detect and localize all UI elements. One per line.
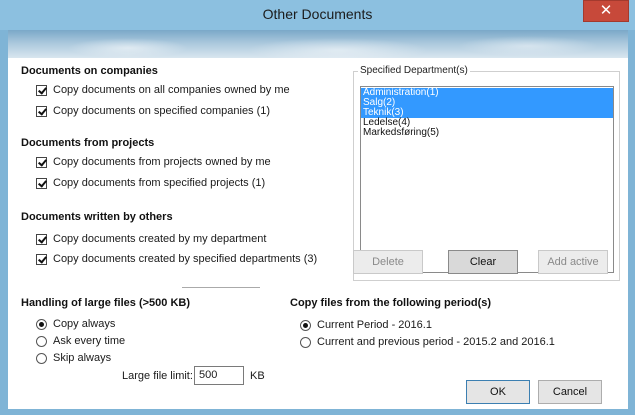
checkbox-row-specified-companies[interactable]: Copy documents on specified companies (1… [36, 105, 270, 117]
checkbox[interactable] [36, 233, 47, 245]
add-active-button[interactable]: Add active [538, 250, 608, 274]
dialog-content: Documents on companies Copy documents on… [8, 58, 628, 409]
radio-row-skip-always[interactable]: Skip always [36, 352, 111, 364]
large-files-heading: Handling of large files (>500 KB) [21, 297, 191, 309]
others-heading: Documents written by others [21, 211, 173, 223]
radio-label: Current Period - 2016.1 [317, 319, 432, 331]
radio-row-current-and-previous[interactable]: Current and previous period - 2015.2 and… [300, 336, 555, 348]
radio-row-ask-every-time[interactable]: Ask every time [36, 335, 125, 347]
checkbox[interactable] [36, 177, 47, 189]
ok-button[interactable]: OK [466, 380, 530, 404]
checkbox[interactable] [36, 84, 47, 96]
checkbox-label: Copy documents from specified projects (… [53, 177, 266, 189]
checkbox-label: Copy documents created by specified depa… [53, 253, 318, 265]
radio-label: Current and previous period - 2015.2 and… [317, 336, 555, 348]
radio-button[interactable] [36, 335, 47, 347]
list-item[interactable]: Administration(1) [361, 88, 613, 98]
list-item[interactable]: Markedsføring(5) [361, 128, 613, 138]
radio-label: Copy always [53, 318, 116, 330]
title-bar[interactable]: Other Documents ✕ [0, 0, 635, 30]
checkbox-row-own-projects[interactable]: Copy documents from projects owned by me [36, 156, 271, 168]
dialog-window: Other Documents ✕ Documents on companies… [0, 0, 635, 415]
checkbox-row-specified-departments[interactable]: Copy documents created by specified depa… [36, 253, 317, 265]
checkbox-row-my-department[interactable]: Copy documents created by my department [36, 233, 266, 245]
delete-button[interactable]: Delete [353, 250, 423, 274]
checkbox[interactable] [36, 156, 47, 168]
checkbox[interactable] [36, 105, 47, 117]
checkbox-label: Copy documents created by my department [53, 233, 267, 245]
radio-label: Skip always [53, 352, 112, 364]
large-file-limit-label: Large file limit: [122, 370, 193, 382]
period-heading: Copy files from the following period(s) [290, 297, 492, 309]
radio-button[interactable] [36, 352, 47, 364]
separator [182, 287, 260, 288]
clear-button[interactable]: Clear [448, 250, 518, 274]
radio-label: Ask every time [53, 335, 126, 347]
checkbox-row-all-companies[interactable]: Copy documents on all companies owned by… [36, 84, 290, 96]
departments-group-label: Specified Department(s) [358, 65, 470, 76]
radio-button[interactable] [36, 318, 47, 330]
companies-heading: Documents on companies [21, 65, 158, 77]
radio-button[interactable] [300, 336, 311, 348]
radio-button[interactable] [300, 319, 311, 331]
checkbox-label: Copy documents on specified companies (1… [53, 105, 271, 117]
departments-listbox[interactable]: Administration(1) Salg(2) Teknik(3) Lede… [360, 86, 614, 273]
checkbox-label: Copy documents on all companies owned by… [53, 84, 290, 96]
radio-row-copy-always[interactable]: Copy always [36, 318, 115, 330]
radio-row-current-period[interactable]: Current Period - 2016.1 [300, 319, 432, 331]
large-file-limit-input[interactable]: 500 [194, 366, 244, 385]
checkbox[interactable] [36, 253, 47, 265]
cancel-button[interactable]: Cancel [538, 380, 602, 404]
window-title: Other Documents [262, 6, 373, 22]
checkbox-label: Copy documents from projects owned by me [53, 156, 271, 168]
close-button[interactable]: ✕ [583, 0, 629, 22]
checkbox-row-specified-projects[interactable]: Copy documents from specified projects (… [36, 177, 265, 189]
large-file-limit-unit: KB [250, 370, 265, 382]
header-banner [8, 30, 628, 58]
projects-heading: Documents from projects [21, 137, 155, 149]
close-icon: ✕ [599, 2, 613, 19]
